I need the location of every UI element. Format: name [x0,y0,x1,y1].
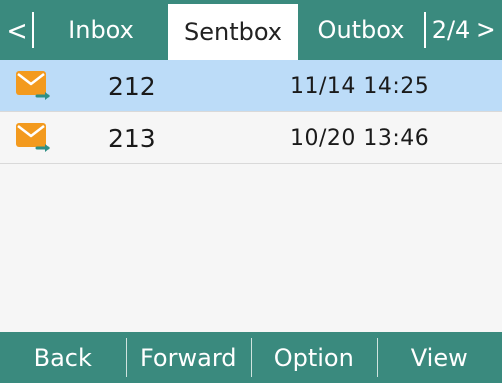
page-indicator: 2/4 [431,16,471,44]
message-time: 11/14 14:25 [290,73,430,99]
message-list: 212 11/14 14:25 213 10/20 13:46 [0,60,502,332]
previous-page-arrow[interactable]: < [0,0,34,60]
message-row[interactable]: 212 11/14 14:25 [0,60,502,112]
tab-inbox[interactable]: Inbox [34,0,168,60]
phone-screen: < Inbox Sentbox Outbox 2/4 > 212 11/14 1… [0,0,502,383]
message-row[interactable]: 213 10/20 13:46 [0,112,502,164]
tab-outbox[interactable]: Outbox [298,0,424,60]
view-softkey[interactable]: View [376,332,502,383]
message-recipient: 213 [108,123,156,153]
sent-mail-icon [16,71,50,100]
forward-softkey[interactable]: Forward [125,332,252,383]
message-recipient: 212 [108,71,156,101]
tab-bar: < Inbox Sentbox Outbox 2/4 > [0,0,502,60]
option-softkey[interactable]: Option [251,332,377,383]
tab-sentbox[interactable]: Sentbox [168,4,298,60]
next-page-arrow[interactable]: > [476,0,502,60]
softkey-bar: Back Forward Option View [0,332,502,383]
back-softkey[interactable]: Back [0,332,126,383]
sent-mail-icon [16,123,50,152]
message-time: 10/20 13:46 [290,125,430,151]
